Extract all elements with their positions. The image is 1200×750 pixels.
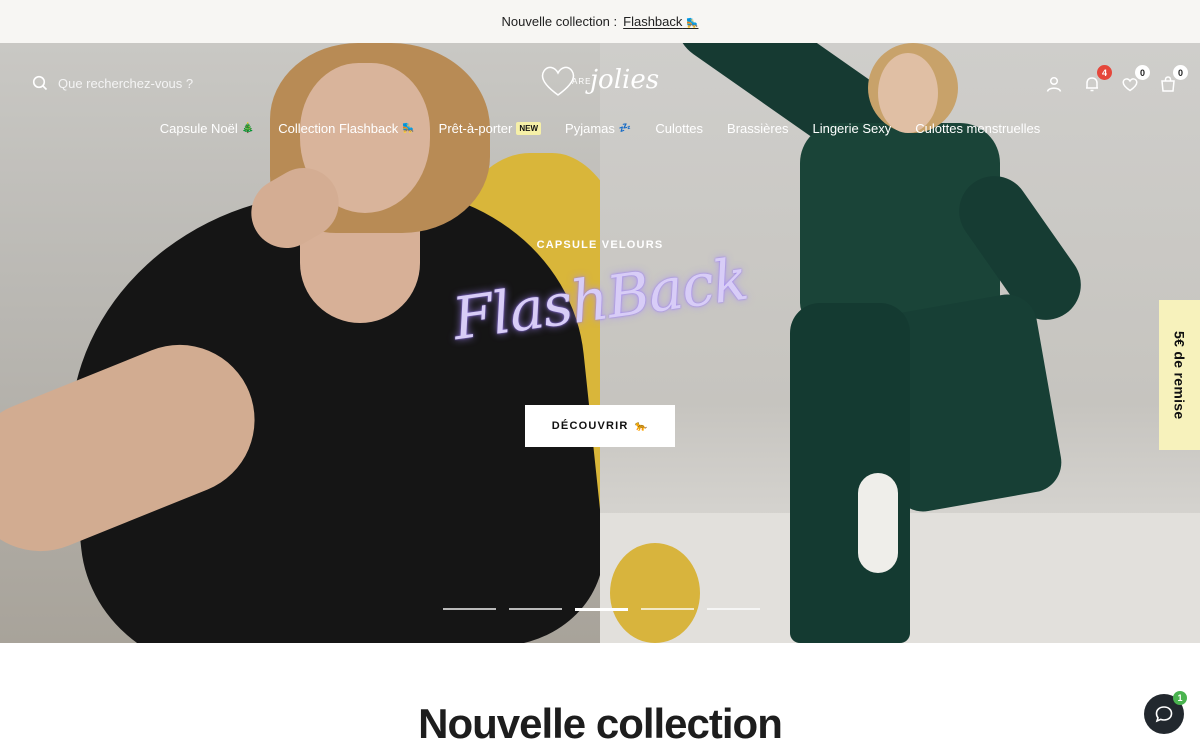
chat-button[interactable]: 1 <box>1144 691 1187 734</box>
nav-item-culottes-menstruelles[interactable]: Culottes menstruelles <box>915 121 1040 136</box>
nav-item-label: Brassières <box>727 121 789 136</box>
notification-badge: 4 <box>1097 65 1112 80</box>
brand-logo[interactable]: ARE jolies <box>538 57 662 107</box>
nav-item-culottes[interactable]: Culottes <box>655 121 703 136</box>
nav-item-label: Prêt-à-porter <box>438 121 513 136</box>
cart-button[interactable]: 0 <box>1158 65 1188 95</box>
search-bar[interactable]: Que recherchez-vous ? <box>32 75 193 91</box>
search-placeholder[interactable]: Que recherchez-vous ? <box>58 76 193 91</box>
new-badge: NEW <box>516 122 542 135</box>
christmas-tree-icon: 🎄 <box>241 123 255 134</box>
discount-side-tab[interactable]: 5€ de remise <box>1159 300 1200 450</box>
leopard-icon: 🐆 <box>634 420 649 432</box>
wishlist-button[interactable]: 0 <box>1120 65 1150 95</box>
slider-pagination <box>443 608 760 611</box>
roller-skate-icon: 🛼 <box>686 18 699 29</box>
nav-item-label: Lingerie Sexy <box>812 121 892 136</box>
nav-item-label: Culottes menstruelles <box>915 121 1041 136</box>
chat-bubble-icon <box>1155 706 1173 723</box>
model-right-sneaker <box>858 473 898 573</box>
account-button[interactable] <box>1044 73 1064 95</box>
nav-item-label: Pyjamas <box>565 121 615 136</box>
slider-dot-1[interactable] <box>443 608 496 610</box>
announcement-link[interactable]: Flashback 🛼 <box>623 14 698 29</box>
hero-banner: Que recherchez-vous ? ARE jolies 4 0 0 C… <box>0 43 1200 643</box>
nav-item-pyjamas[interactable]: Pyjamas 💤 <box>565 121 631 136</box>
sleep-icon: 💤 <box>618 123 632 134</box>
nav-item-pret-a-porter[interactable]: Prêt-à-porter NEW <box>438 121 542 136</box>
nav-item-lingerie-sexy[interactable]: Lingerie Sexy <box>812 121 891 136</box>
roller-skate-icon: 🛼 <box>402 123 415 134</box>
header-icons: 4 0 0 <box>1044 65 1188 95</box>
announcement-link-label: Flashback <box>623 14 683 29</box>
nav-item-label: Culottes <box>655 121 704 136</box>
slider-dot-3[interactable] <box>575 608 628 611</box>
announcement-bar: Nouvelle collection : Flashback 🛼 <box>0 0 1200 43</box>
nav-item-collection-flashback[interactable]: Collection Flashback 🛼 <box>278 121 414 136</box>
notification-button[interactable]: 4 <box>1082 65 1112 95</box>
discover-button-label: DÉCOUVRIR <box>551 420 629 432</box>
slider-dot-4[interactable] <box>641 608 694 610</box>
nav-item-brassieres[interactable]: Brassières <box>727 121 788 136</box>
slider-dot-2[interactable] <box>509 608 562 610</box>
discover-button[interactable]: DÉCOUVRIR 🐆 <box>525 405 675 447</box>
nav-item-label: Collection Flashback <box>278 121 399 136</box>
account-icon <box>1046 76 1062 92</box>
model-right-pants <box>790 303 910 643</box>
wishlist-badge: 0 <box>1135 65 1150 80</box>
main-navigation: Capsule Noël 🎄 Collection Flashback 🛼 Pr… <box>0 121 1200 136</box>
yellow-pouf-small <box>610 543 700 643</box>
nav-item-label: Capsule Noël <box>159 121 238 136</box>
discount-side-tab-label: 5€ de remise <box>1171 330 1188 420</box>
chat-badge: 1 <box>1173 691 1187 705</box>
logo-small-text: ARE <box>572 77 592 86</box>
slider-dot-5[interactable] <box>707 608 760 610</box>
cart-badge: 0 <box>1173 65 1188 80</box>
search-icon <box>32 75 48 91</box>
logo-script-text: jolies <box>590 65 660 95</box>
section-title: Nouvelle collection <box>418 700 783 747</box>
announcement-text: Nouvelle collection : <box>501 14 618 29</box>
nav-item-capsule-noel[interactable]: Capsule Noël 🎄 <box>160 121 255 136</box>
